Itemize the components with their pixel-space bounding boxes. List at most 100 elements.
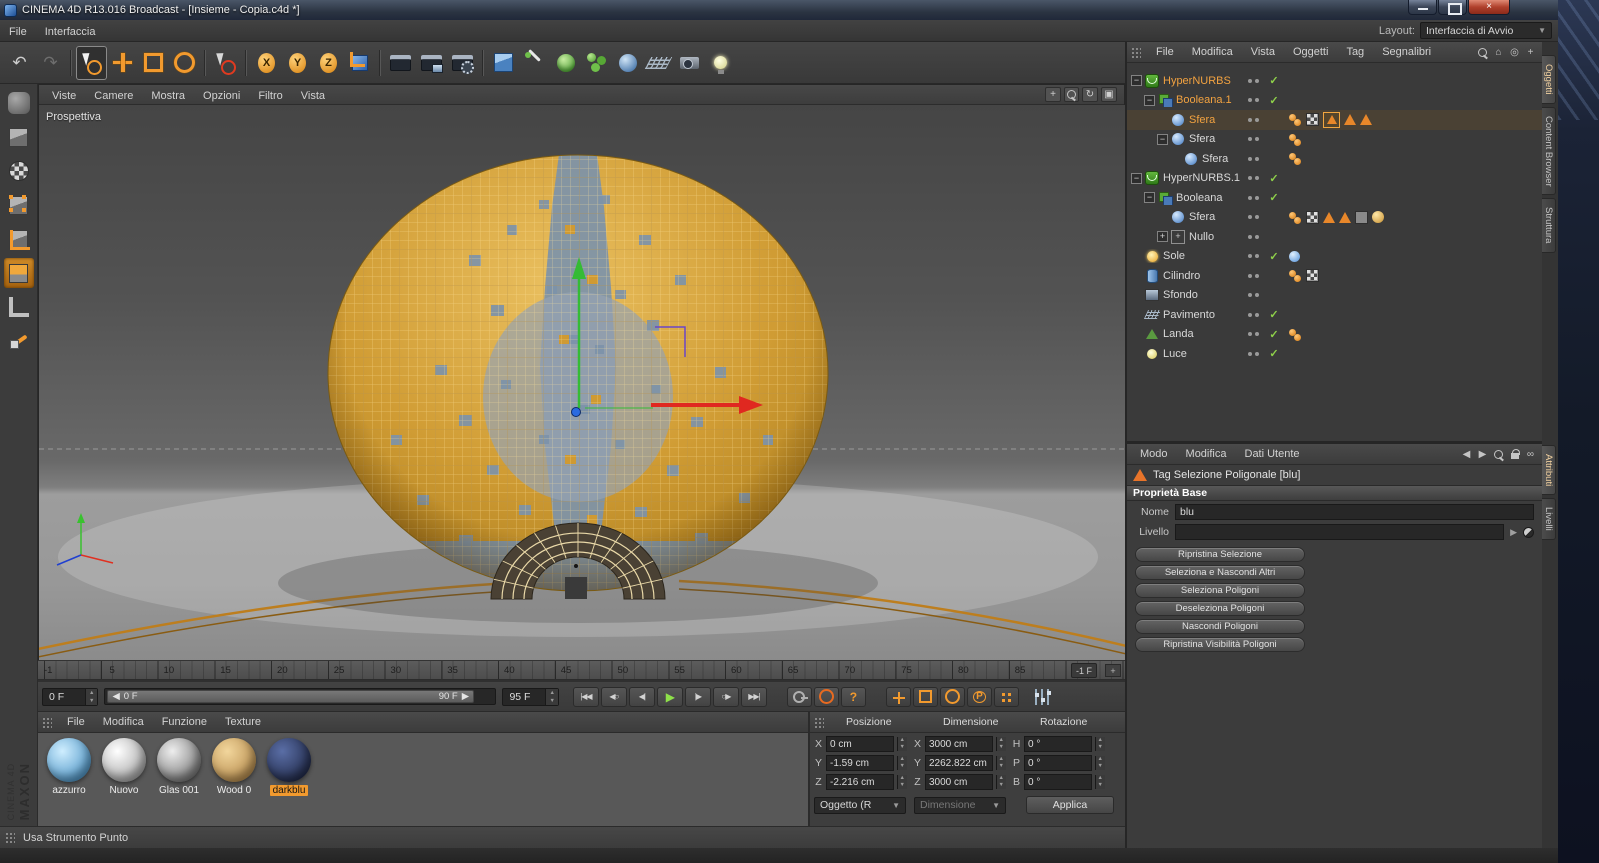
material-azzurro[interactable]: azzurro (44, 738, 94, 821)
frame-spinner[interactable]: ▲▼ (85, 689, 97, 705)
dimension-y-input[interactable] (925, 755, 993, 771)
visibility-dots-icon[interactable] (1243, 176, 1263, 180)
material-menu-funzione[interactable]: Funzione (153, 716, 216, 728)
am-menu-dati-utente[interactable]: Dati Utente (1236, 448, 1309, 460)
rotation-p-input[interactable] (1024, 755, 1092, 771)
workplane-button[interactable] (4, 292, 34, 322)
mat-orange-tag-icon[interactable] (1289, 328, 1302, 341)
prev-frame-button[interactable]: ◀| (629, 687, 655, 707)
sphere-tex-tag-icon[interactable] (1372, 211, 1384, 223)
layer-expand-icon[interactable]: ▶ (1510, 527, 1517, 538)
viewport-menu-opzioni[interactable]: Opzioni (194, 90, 249, 102)
position-x-input[interactable] (826, 736, 894, 752)
visibility-dots-icon[interactable] (1243, 313, 1263, 317)
link-icon[interactable]: ∞ (1523, 447, 1538, 462)
add-primitive-button[interactable] (488, 46, 519, 80)
current-frame-field[interactable]: 0 F ▲▼ (42, 688, 98, 706)
edges-mode-button[interactable] (4, 224, 34, 254)
next-key-button[interactable]: ○▶ (713, 687, 739, 707)
mat-orange-tag-icon[interactable] (1289, 152, 1302, 165)
drag-handle-icon[interactable] (814, 717, 824, 728)
undo-button[interactable]: ↶ (4, 46, 35, 80)
record-parameter-toggle[interactable]: P (967, 687, 992, 707)
add-environment-button[interactable] (643, 46, 674, 80)
value-spinner[interactable]: ▲▼ (996, 775, 1006, 789)
om-menu-modifica[interactable]: Modifica (1183, 46, 1242, 58)
tri-tag-icon[interactable] (1339, 212, 1351, 223)
position-y-input[interactable] (826, 755, 894, 771)
record-keyframe-button[interactable] (814, 687, 839, 707)
drag-handle-icon[interactable] (42, 717, 52, 728)
nascondi-poligoni-button[interactable]: Nascondi Poligoni (1135, 619, 1305, 634)
object-row-pavimento[interactable]: Pavimento✓ (1127, 305, 1542, 325)
object-row-hypernurbs-1[interactable]: −HyperNURBS.1✓ (1127, 169, 1542, 189)
polygons-mode-button[interactable] (4, 258, 34, 288)
material-glas-001[interactable]: Glas 001 (154, 738, 204, 821)
render-picture-viewer-button[interactable] (416, 46, 447, 80)
expander-icon[interactable]: − (1144, 192, 1155, 203)
keyframe-selection-button[interactable] (787, 687, 812, 707)
goto-start-button[interactable]: |◀◀ (573, 687, 599, 707)
drag-handle-icon[interactable] (5, 832, 15, 843)
am-menu-modifica[interactable]: Modifica (1177, 448, 1236, 460)
object-row-booleana[interactable]: −Booleana✓ (1127, 188, 1542, 208)
coord-dim-select[interactable]: Dimensione ▼ (914, 797, 1006, 814)
object-row-sfera[interactable]: Sfera (1127, 149, 1542, 169)
om-menu-vista[interactable]: Vista (1242, 46, 1284, 58)
home-icon[interactable]: ⌂ (1491, 45, 1506, 60)
next-frame-button[interactable]: |▶ (685, 687, 711, 707)
object-row-sole[interactable]: Sole✓ (1127, 247, 1542, 267)
close-button[interactable] (1468, 0, 1510, 15)
checker-dark-tag-icon[interactable] (1355, 211, 1368, 224)
om-menu-file[interactable]: File (1147, 46, 1183, 58)
tri-tag-icon[interactable] (1323, 212, 1335, 223)
visibility-dots-icon[interactable] (1243, 235, 1263, 239)
enabled-check-icon[interactable]: ✓ (1263, 191, 1285, 204)
am-menu-modo[interactable]: Modo (1131, 448, 1177, 460)
enabled-check-icon[interactable]: ✓ (1263, 347, 1285, 360)
live-selection-tool[interactable] (76, 46, 107, 80)
prev-key-button[interactable]: ◀○ (601, 687, 627, 707)
record-position-toggle[interactable] (886, 687, 911, 707)
mat-orange-tag-icon[interactable] (1289, 133, 1302, 146)
visibility-dots-icon[interactable] (1243, 157, 1263, 161)
value-spinner[interactable]: ▲▼ (1095, 756, 1105, 770)
autokey-help-button[interactable]: ? (841, 687, 866, 707)
record-rotation-toggle[interactable] (940, 687, 965, 707)
drag-handle-icon[interactable] (1131, 47, 1141, 58)
checker-tag-icon[interactable] (1306, 269, 1319, 282)
object-row-luce[interactable]: Luce✓ (1127, 344, 1542, 364)
section-header[interactable]: Proprietà Base (1127, 485, 1542, 501)
nav-back-icon[interactable]: ◀ (1459, 447, 1474, 462)
layer-browse-icon[interactable] (1523, 527, 1534, 538)
visibility-dots-icon[interactable] (1243, 79, 1263, 83)
palette-button[interactable] (4, 88, 34, 118)
end-frame-spinner[interactable]: ▲▼ (545, 689, 557, 705)
range-left-handle[interactable]: ◀ (112, 691, 119, 702)
scale-tool[interactable] (138, 46, 169, 80)
expander-icon[interactable]: + (1157, 231, 1168, 242)
seleziona-e-nascondi-altri-button[interactable]: Seleziona e Nascondi Altri (1135, 565, 1305, 580)
material-menu-texture[interactable]: Texture (216, 716, 270, 728)
apply-button[interactable]: Applica (1026, 796, 1114, 814)
minimize-button[interactable] (1408, 0, 1437, 15)
visibility-dots-icon[interactable] (1243, 98, 1263, 102)
mat-orange-tag-icon[interactable] (1289, 269, 1302, 282)
enabled-check-icon[interactable]: ✓ (1263, 328, 1285, 341)
ripristina-selezione-button[interactable]: Ripristina Selezione (1135, 547, 1305, 562)
tri-tag-icon[interactable] (1344, 114, 1356, 125)
tab-attributi[interactable]: Attributi (1542, 445, 1556, 495)
material-nuovo[interactable]: Nuovo (99, 738, 149, 821)
tri-tag-icon[interactable] (1360, 114, 1372, 125)
material-menu-modifica[interactable]: Modifica (94, 716, 153, 728)
orbit-icon[interactable]: ↻ (1082, 87, 1098, 102)
object-row-sfera[interactable]: Sfera (1127, 110, 1542, 130)
menu-file[interactable]: File (0, 26, 36, 38)
om-menu-segnalibri[interactable]: Segnalibri (1373, 46, 1440, 58)
visibility-dots-icon[interactable] (1243, 332, 1263, 336)
object-row-cilindro[interactable]: Cilindro (1127, 266, 1542, 286)
pointer-icon[interactable]: ▶ (1475, 447, 1490, 462)
move-tool[interactable] (107, 46, 138, 80)
visibility-dots-icon[interactable] (1243, 352, 1263, 356)
layout-select[interactable]: Interfaccia di Avvio ▼ (1420, 22, 1552, 39)
